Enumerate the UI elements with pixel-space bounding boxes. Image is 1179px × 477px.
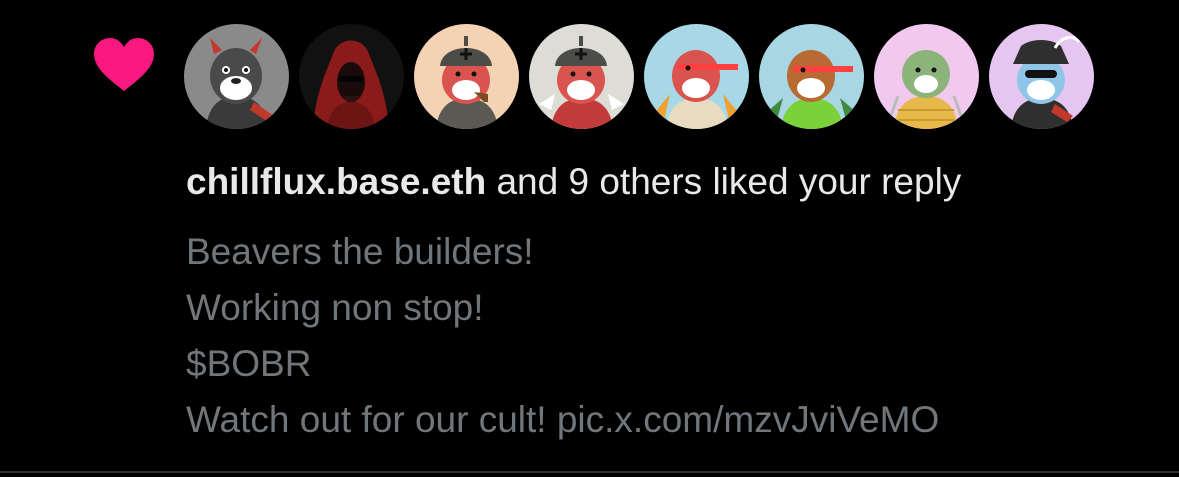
avatar[interactable] xyxy=(529,24,634,129)
avatar[interactable] xyxy=(299,24,404,129)
like-action-text: and 9 others liked your reply xyxy=(486,161,962,202)
like-notification[interactable]: chillflux.base.eth and 9 others liked yo… xyxy=(0,0,1179,470)
avatar[interactable] xyxy=(414,24,519,129)
beaver-avatar-icon xyxy=(874,24,979,129)
beaver-avatar-icon xyxy=(529,24,634,129)
beaver-avatar-icon xyxy=(414,24,519,129)
notification-divider xyxy=(0,471,1179,473)
heart-icon xyxy=(94,38,154,91)
beaver-avatar-icon xyxy=(644,24,749,129)
beaver-avatar-icon xyxy=(184,24,289,129)
avatar[interactable] xyxy=(989,24,1094,129)
reply-line-with-link: Watch out for our cult! pic.x.com/mzvJvi… xyxy=(186,392,939,448)
avatar[interactable] xyxy=(874,24,979,129)
liker-username-link[interactable]: chillflux.base.eth xyxy=(186,161,486,202)
reply-text: Beavers the builders! Working non stop! … xyxy=(186,224,939,448)
avatar[interactable] xyxy=(644,24,749,129)
beaver-avatar-icon xyxy=(989,24,1094,129)
reply-line: Working non stop! xyxy=(186,287,484,328)
avatar[interactable] xyxy=(759,24,864,129)
hooded-figure-avatar-icon xyxy=(299,24,404,129)
media-link[interactable]: pic.x.com/mzvJviVeMO xyxy=(557,399,939,440)
liker-avatars xyxy=(184,24,1094,132)
beaver-avatar-icon xyxy=(759,24,864,129)
reply-line: $BOBR xyxy=(186,343,312,384)
reply-line: Watch out for our cult! xyxy=(186,399,557,440)
avatar[interactable] xyxy=(184,24,289,129)
notification-headline: chillflux.base.eth and 9 others liked yo… xyxy=(186,158,961,206)
reply-line: Beavers the builders! xyxy=(186,231,534,272)
